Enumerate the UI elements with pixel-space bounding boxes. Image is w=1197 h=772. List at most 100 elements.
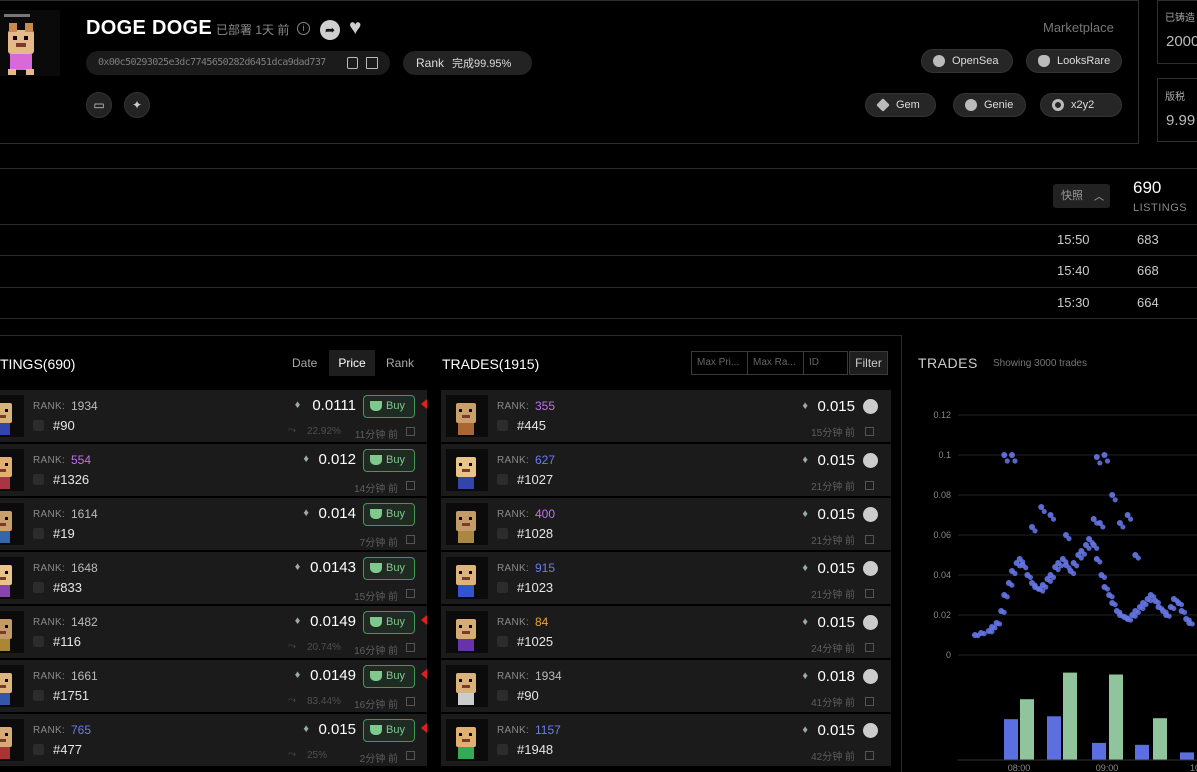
looksrare-button[interactable]: LooksRare (1026, 49, 1122, 73)
external-link-icon[interactable] (865, 697, 874, 706)
token-id[interactable]: #1948 (517, 742, 553, 757)
external-link-icon[interactable] (865, 643, 874, 652)
listing-row[interactable]: RANK: 1648 #833 ♦ 0.0143 Buy 15分钟 前 (0, 552, 427, 604)
token-id[interactable]: #833 (53, 580, 82, 595)
opensea-icon (863, 615, 878, 630)
buy-button[interactable]: Buy (363, 557, 415, 580)
rank-label: RANK: (497, 401, 530, 412)
trade-row[interactable]: RANK: 400 #1028 ♦ 0.015 21分钟 前 (441, 498, 891, 550)
nft-thumbnail[interactable] (0, 503, 24, 545)
ship-icon (370, 509, 382, 519)
external-link-icon[interactable] (366, 57, 378, 69)
sort-tab-price[interactable]: Price (329, 350, 375, 376)
external-link-icon[interactable] (865, 481, 874, 490)
info-icon[interactable]: i (297, 22, 310, 35)
buy-button[interactable]: Buy (363, 665, 415, 688)
external-link-icon[interactable] (406, 589, 415, 598)
rank-label: RANK: (33, 617, 66, 628)
listing-row[interactable]: RANK: 554 #1326 ♦ 0.012 Buy 14分钟 前 (0, 444, 427, 496)
trade-time: 21分钟 前 (811, 590, 855, 601)
trade-row[interactable]: RANK: 1934 #90 ♦ 0.018 41分钟 前 (441, 660, 891, 712)
nft-thumbnail[interactable] (0, 665, 24, 707)
x2y2-button[interactable]: x2y2 (1040, 93, 1122, 117)
trade-row[interactable]: RANK: 84 #1025 ♦ 0.015 24分钟 前 (441, 606, 891, 658)
external-link-icon[interactable] (406, 535, 415, 544)
external-link-icon[interactable] (406, 643, 415, 652)
website-icon[interactable]: ▭ (86, 92, 112, 118)
sort-tab-rank[interactable]: Rank (378, 350, 422, 376)
external-link-icon[interactable] (865, 535, 874, 544)
external-link-icon[interactable] (865, 427, 874, 436)
token-id[interactable]: #116 (53, 634, 81, 649)
external-link-icon[interactable] (406, 481, 415, 490)
listing-row[interactable]: RANK: 1482 #116 ♦ 0.0149 Buy ⤳ 20.74% 16分钟 前 (0, 606, 427, 658)
nft-thumbnail[interactable] (446, 665, 488, 707)
token-id[interactable]: #1751 (53, 688, 89, 703)
buy-button[interactable]: Buy (363, 449, 415, 472)
nft-thumbnail[interactable] (0, 557, 24, 599)
token-id[interactable]: #19 (53, 526, 75, 541)
volume-bar (1109, 674, 1123, 760)
nft-thumbnail[interactable] (0, 611, 24, 653)
external-link-icon[interactable] (865, 751, 874, 760)
trade-point (1093, 454, 1100, 460)
nft-thumbnail[interactable] (446, 449, 488, 491)
buy-button[interactable]: Buy (363, 503, 415, 526)
nft-thumbnail[interactable] (0, 719, 24, 761)
genie-button[interactable]: Genie (953, 93, 1026, 117)
trade-point (1101, 452, 1108, 458)
filter-button[interactable]: Filter (849, 351, 888, 375)
listing-row[interactable]: RANK: 765 #477 ♦ 0.015 Buy ⤳ 25% 2分钟 前 (0, 714, 427, 766)
nft-thumbnail[interactable] (446, 557, 488, 599)
external-link-icon[interactable] (865, 589, 874, 598)
nft-thumbnail[interactable] (0, 395, 24, 437)
trade-row[interactable]: RANK: 355 #445 ♦ 0.015 15分钟 前 (441, 390, 891, 442)
opensea-button[interactable]: OpenSea (921, 49, 1013, 73)
twitter-icon[interactable]: ✦ (124, 92, 150, 118)
token-id[interactable]: #477 (53, 742, 82, 757)
buy-button[interactable]: Buy (363, 719, 415, 742)
heart-icon[interactable]: ♥ (349, 17, 371, 39)
divider (0, 287, 1197, 288)
trade-row[interactable]: RANK: 1157 #1948 ♦ 0.015 42分钟 前 (441, 714, 891, 766)
token-id[interactable]: #90 (517, 688, 539, 703)
token-id[interactable]: #1326 (53, 472, 89, 487)
nft-thumbnail[interactable] (446, 719, 488, 761)
sort-tab-date[interactable]: Date (284, 350, 325, 376)
token-id[interactable]: #1025 (517, 634, 553, 649)
token-id[interactable]: #1023 (517, 580, 553, 595)
nft-thumbnail[interactable] (446, 611, 488, 653)
trade-point (1081, 551, 1087, 557)
token-id[interactable]: #90 (53, 418, 75, 433)
id-input[interactable]: ID (803, 351, 848, 375)
external-link-icon[interactable] (406, 751, 415, 760)
share-icon[interactable]: ➦ (320, 20, 340, 40)
y-tick-label: 0.06 (933, 530, 951, 540)
listing-row[interactable]: RANK: 1934 #90 ♦ 0.0111 Buy ⤳ 22.92% 11分钟 前 (0, 390, 427, 442)
buy-button[interactable]: Buy (363, 395, 415, 418)
trade-point (1001, 609, 1007, 615)
listing-price: 0.014 (318, 505, 356, 522)
external-link-icon[interactable] (406, 427, 415, 436)
external-link-icon[interactable] (406, 697, 415, 706)
token-id[interactable]: #1028 (517, 526, 553, 541)
nft-thumbnail[interactable] (446, 503, 488, 545)
listing-row[interactable]: RANK: 1661 #1751 ♦ 0.0149 Buy ⤳ 83.44% 16分钟 前 (0, 660, 427, 712)
trade-price: 0.015 (817, 452, 855, 469)
trade-point (1181, 609, 1188, 615)
trade-row[interactable]: RANK: 915 #1023 ♦ 0.015 21分钟 前 (441, 552, 891, 604)
max-rank-input[interactable]: Max Ra... (747, 351, 804, 375)
nft-thumbnail[interactable] (446, 395, 488, 437)
max-price-input[interactable]: Max Pri... (691, 351, 748, 375)
id-icon (33, 528, 44, 539)
listing-row[interactable]: RANK: 1614 #19 ♦ 0.014 Buy 7分钟 前 (0, 498, 427, 550)
nft-thumbnail[interactable] (0, 449, 24, 491)
copy-icon[interactable] (347, 57, 358, 69)
trend-down-icon: ⤳ (288, 425, 296, 436)
gem-button[interactable]: Gem (865, 93, 936, 117)
buy-button[interactable]: Buy (363, 611, 415, 634)
token-id[interactable]: #445 (517, 418, 546, 433)
trade-row[interactable]: RANK: 627 #1027 ♦ 0.015 21分钟 前 (441, 444, 891, 496)
token-id[interactable]: #1027 (517, 472, 553, 487)
ship-icon (370, 725, 382, 735)
